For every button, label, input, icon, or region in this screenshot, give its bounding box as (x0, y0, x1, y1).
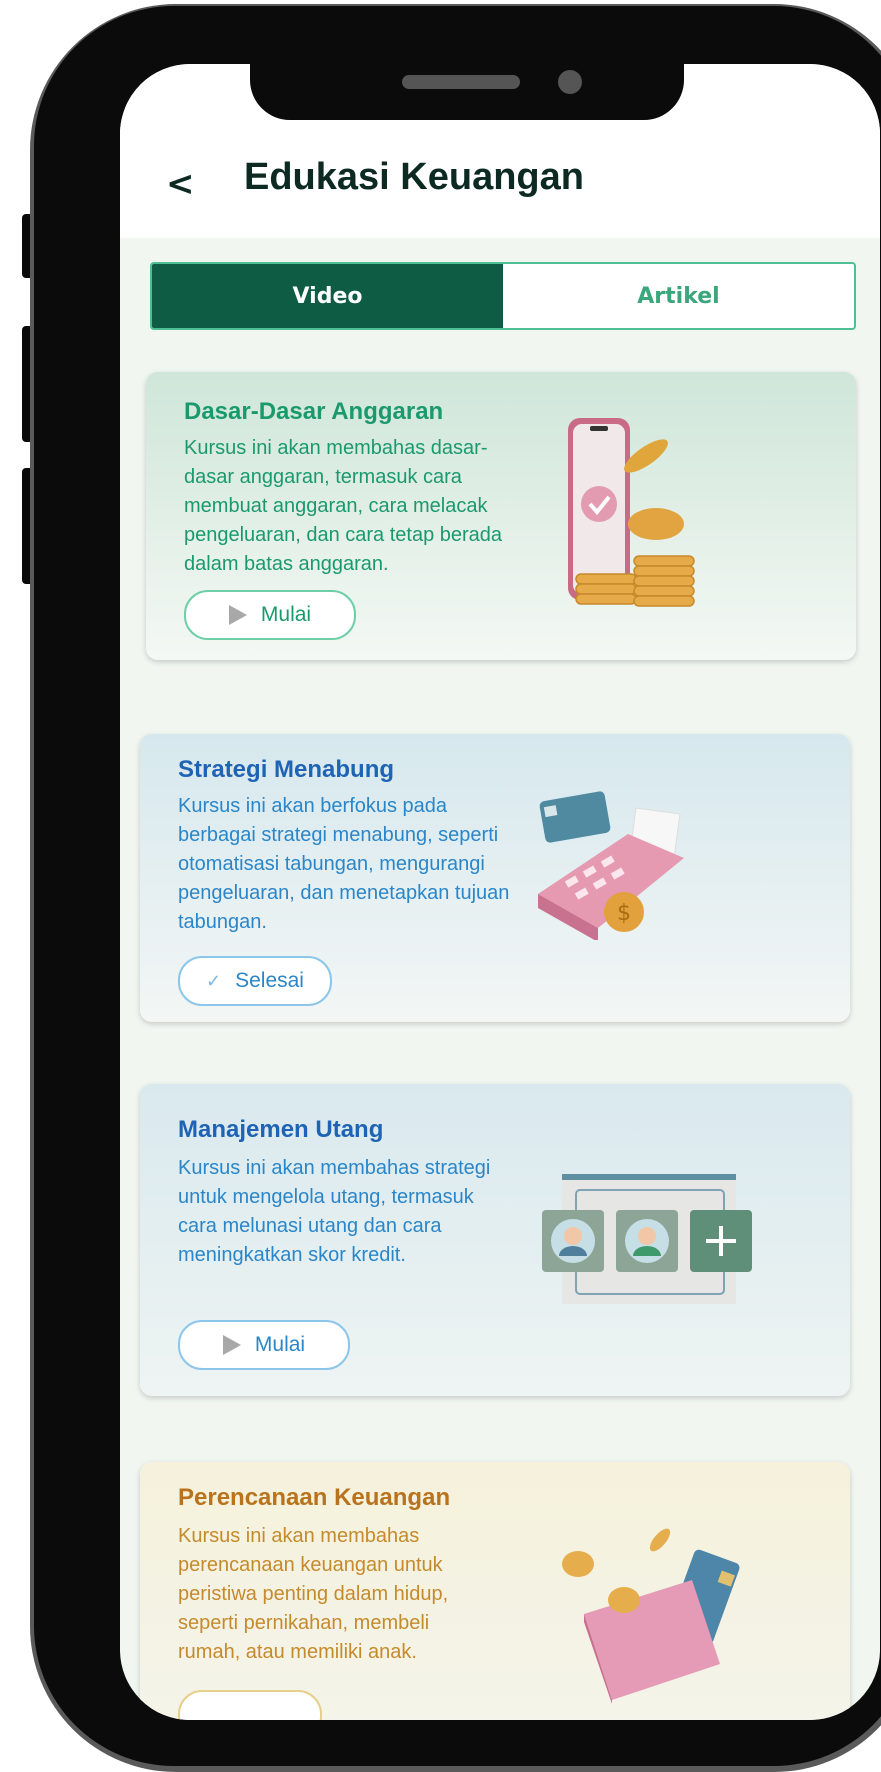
course-card-dasar-anggaran[interactable]: Dasar-Dasar Anggaran Kursus ini akan mem… (146, 372, 856, 660)
course-description: Kursus ini akan membahas strategi untuk … (178, 1157, 491, 1266)
course-description: Kursus ini akan membahas perencanaan keu… (178, 1525, 449, 1663)
course-card-manajemen-utang[interactable]: Manajemen Utang Kursus ini akan membahas… (140, 1084, 850, 1396)
back-button[interactable]: < (166, 164, 195, 204)
start-button-label: Mulai (254, 1333, 306, 1356)
start-button[interactable] (178, 1690, 322, 1720)
course-description: Kursus ini akan berfokus pada berbagai s… (178, 795, 510, 933)
start-button[interactable]: Mulai (184, 590, 356, 640)
svg-text:$: $ (617, 901, 631, 926)
course-title: Perencanaan Keuangan (178, 1484, 451, 1511)
course-description: Kursus ini akan membahas dasar-dasar ang… (184, 437, 503, 575)
start-button[interactable]: Mulai (178, 1320, 350, 1370)
course-title: Strategi Menabung (178, 756, 395, 783)
page-title: Edukasi Keuangan (244, 156, 584, 198)
start-button-label: Mulai (260, 603, 312, 626)
play-icon (222, 1335, 241, 1355)
content-tabs: Video Artikel (150, 262, 856, 330)
check-icon: ✓ (206, 970, 222, 991)
course-card-strategi-menabung[interactable]: Strategi Menabung Kursus ini akan berfok… (140, 734, 850, 1022)
course-card-perencanaan-keuangan[interactable]: Perencanaan Keuangan Kursus ini akan mem… (140, 1462, 850, 1720)
phone-speaker (402, 75, 520, 89)
course-title: Manajemen Utang (178, 1116, 384, 1143)
completed-button-label: Selesai (235, 969, 304, 992)
tab-video[interactable]: Video (152, 264, 503, 328)
completed-button[interactable]: ✓ Selesai (178, 956, 332, 1006)
card-terminal-illustration: $ (538, 791, 684, 940)
tab-artikel[interactable]: Artikel (503, 264, 854, 328)
app-screen: < Edukasi Keuangan Video Artikel Dasar-D… (120, 64, 880, 1720)
course-title: Dasar-Dasar Anggaran (184, 398, 444, 425)
phone-camera (558, 70, 582, 94)
phone-coins-illustration (568, 418, 695, 607)
phone-body: < Edukasi Keuangan Video Artikel Dasar-D… (34, 6, 881, 1766)
wallet-coins-illustration (562, 1528, 740, 1704)
play-icon (228, 605, 247, 625)
profiles-board-illustration (542, 1174, 752, 1304)
